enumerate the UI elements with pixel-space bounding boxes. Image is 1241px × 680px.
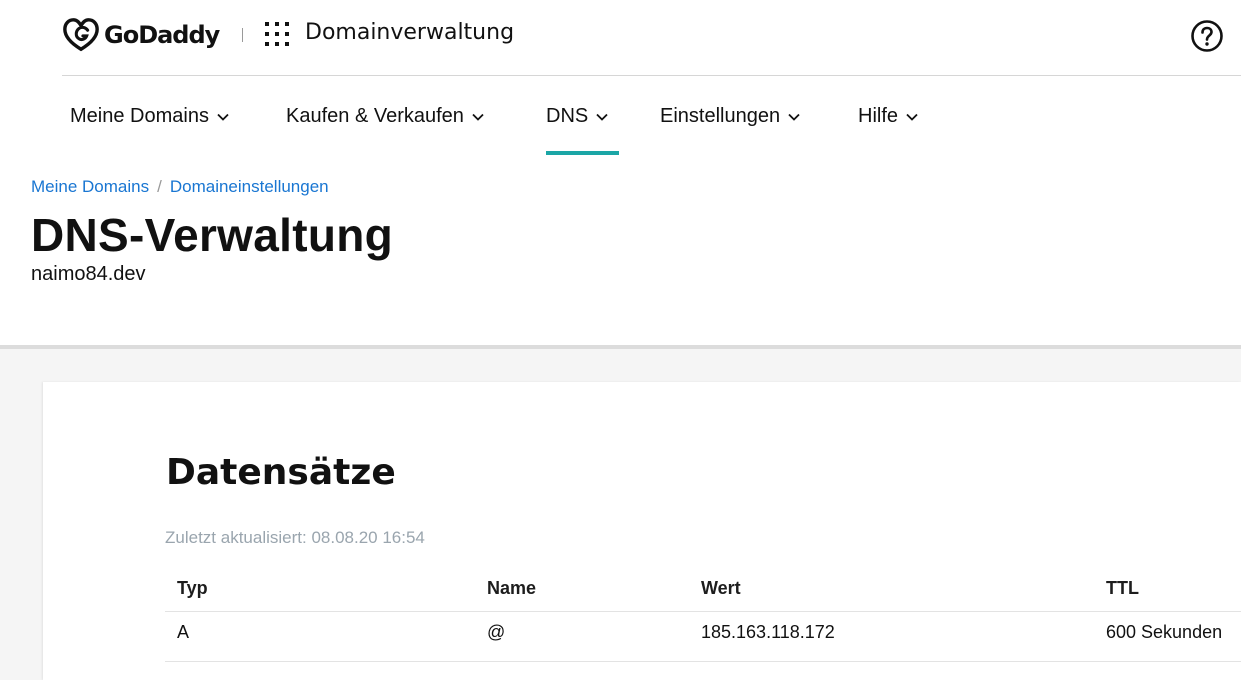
main-navigation: Meine Domains Kaufen & Verkaufen DNS Ein… xyxy=(0,76,1241,156)
records-card: Datensätze Zuletzt aktualisiert: 08.08.2… xyxy=(43,382,1241,680)
godaddy-logo[interactable]: GoDaddy xyxy=(62,16,220,54)
brand-name: GoDaddy xyxy=(104,21,220,49)
apps-grid-icon[interactable] xyxy=(265,22,293,48)
last-updated-text: Zuletzt aktualisiert: 08.08.20 16:54 xyxy=(165,528,425,547)
column-header-wert[interactable]: Wert xyxy=(701,578,741,599)
records-title: Datensätze xyxy=(166,452,396,493)
breadcrumb-link-domaineinstellungen[interactable]: Domaineinstellungen xyxy=(170,177,329,197)
active-tab-indicator xyxy=(546,151,619,155)
app-title: Domainverwaltung xyxy=(305,20,515,45)
nav-item-dns[interactable]: DNS xyxy=(546,105,608,128)
nav-item-hilfe[interactable]: Hilfe xyxy=(858,105,918,128)
nav-item-label: Einstellungen xyxy=(660,105,781,127)
nav-item-label: Hilfe xyxy=(858,105,899,127)
help-circle-icon[interactable] xyxy=(1190,19,1224,53)
record-name: @ xyxy=(487,622,506,642)
nav-item-label: Kaufen & Verkaufen xyxy=(286,105,464,127)
table-row[interactable]: A @ 185.163.118.172 600 Sekunden xyxy=(165,612,1241,662)
chevron-down-icon xyxy=(596,113,608,121)
nav-item-label: Meine Domains xyxy=(70,105,209,127)
record-ttl: 600 Sekunden xyxy=(1106,622,1223,642)
chevron-down-icon xyxy=(906,113,918,121)
record-type: A xyxy=(177,622,190,642)
column-header-typ[interactable]: Typ xyxy=(177,578,208,599)
top-header: GoDaddy Domainverwaltung xyxy=(62,0,1241,76)
breadcrumb-separator: / xyxy=(157,177,162,196)
page-title: DNS-Verwaltung xyxy=(31,209,394,261)
chevron-down-icon xyxy=(472,113,484,121)
records-table: Typ Name Wert TTL A @ 185.163.118.172 60… xyxy=(165,570,1241,662)
chevron-down-icon xyxy=(217,113,229,121)
nav-item-kaufen-verkaufen[interactable]: Kaufen & Verkaufen xyxy=(286,105,484,128)
header-divider xyxy=(242,28,243,42)
nav-item-meine-domains[interactable]: Meine Domains xyxy=(70,105,229,128)
column-header-name[interactable]: Name xyxy=(487,578,536,599)
record-value: 185.163.118.172 xyxy=(701,622,835,642)
column-header-ttl[interactable]: TTL xyxy=(1106,578,1139,599)
domain-name: naimo84.dev xyxy=(31,263,146,285)
nav-item-label: DNS xyxy=(546,105,589,127)
table-header-row: Typ Name Wert TTL xyxy=(165,570,1241,612)
breadcrumb-link-meine-domains[interactable]: Meine Domains xyxy=(31,177,149,197)
breadcrumb: Meine Domains / Domaineinstellungen xyxy=(31,177,329,197)
nav-item-einstellungen[interactable]: Einstellungen xyxy=(660,105,800,128)
chevron-down-icon xyxy=(788,113,800,121)
godaddy-logo-icon xyxy=(63,18,99,52)
